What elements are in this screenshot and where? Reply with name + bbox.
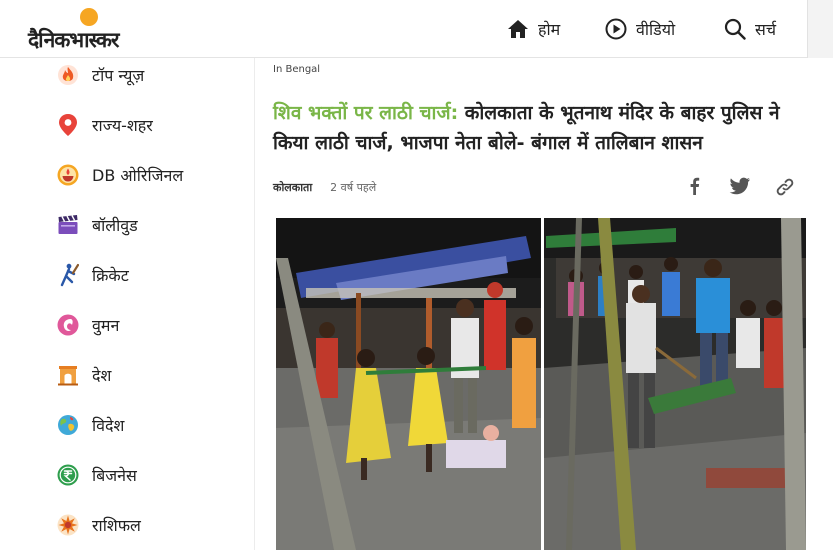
india-gate-icon (56, 363, 80, 387)
sidebar-item-label: DB ओरिजिनल (92, 166, 184, 185)
brand-name: दैनिकभास्कर (28, 28, 119, 52)
share-facebook-button[interactable] (685, 176, 705, 196)
globe-icon (56, 413, 80, 437)
woman-icon (56, 313, 80, 337)
nav-video-label: वीडियो (636, 20, 676, 39)
sidebar-item-label: बॉलीवुड (92, 216, 138, 235)
sidebar-item-world[interactable]: विदेश (56, 410, 124, 440)
share-link-button[interactable] (774, 176, 796, 198)
search-icon (724, 18, 746, 40)
flame-icon (56, 63, 80, 87)
sidebar-item-country[interactable]: देश (56, 360, 111, 390)
twitter-icon (729, 177, 750, 195)
sidebar-item-top-news[interactable]: टॉप न्यूज़ (56, 60, 144, 90)
sidebar-item-label: विदेश (92, 416, 125, 435)
sidebar-item-db-original[interactable]: DB ओरिजिनल (56, 160, 183, 190)
nav-home-label: होम (538, 20, 561, 39)
sidebar-item-label: बिजनेस (92, 466, 137, 485)
headline-highlight: शिव भक्तों पर लाठी चार्ज: (273, 102, 459, 124)
sidebar-item-label: राशिफल (92, 516, 141, 535)
nav-home[interactable]: होम (507, 18, 560, 40)
sidebar-item-state-city[interactable]: राज्य-शहर (56, 110, 153, 140)
home-icon (508, 20, 528, 38)
article-city[interactable]: कोलकाता (273, 180, 312, 195)
sidebar-item-label: देश (92, 366, 112, 385)
logo-sun-icon (80, 8, 98, 26)
sun-icon (56, 513, 80, 537)
sidebar-item-bollywood[interactable]: बॉलीवुड (56, 210, 138, 240)
share-twitter-button[interactable] (729, 176, 751, 196)
article-time: 2 वर्ष पहले (330, 181, 377, 194)
article-headline[interactable]: शिव भक्तों पर लाठी चार्ज: कोलकाता के भूत… (273, 98, 813, 158)
sidebar-item-horoscope[interactable]: राशिफल (56, 510, 141, 540)
sidebar-item-label: राज्य-शहर (92, 116, 153, 135)
sidebar-item-woman[interactable]: वुमन (56, 310, 119, 340)
brand-logo[interactable]: दैनिकभास्कर (28, 6, 158, 52)
sidebar-item-label: क्रिकेट (92, 266, 129, 285)
location-pin-icon (56, 113, 80, 137)
play-icon (605, 18, 627, 40)
category-sidebar: टॉप न्यूज़ राज्य-शहर DB ओरिजिनल बॉलीवुड … (0, 58, 255, 550)
diya-icon (56, 163, 80, 187)
section-tag[interactable]: In Bengal (273, 64, 320, 75)
sidebar-item-business[interactable]: बिजनेस (56, 460, 137, 490)
nav-video[interactable]: वीडियो (605, 18, 675, 40)
nav-search[interactable]: सर्च (724, 18, 776, 40)
cricket-player-icon (56, 263, 80, 287)
sidebar-item-label: टॉप न्यूज़ (92, 66, 145, 85)
rupee-icon (56, 463, 80, 487)
article-photo-image (276, 218, 806, 550)
clapperboard-icon (56, 213, 80, 237)
facebook-icon (690, 177, 700, 195)
link-icon (776, 178, 794, 196)
scrollbar[interactable] (807, 0, 833, 58)
article-meta: कोलकाता 2 वर्ष पहले (273, 180, 376, 195)
sidebar-item-cricket[interactable]: क्रिकेट (56, 260, 129, 290)
sidebar-item-label: वुमन (92, 316, 120, 335)
site-header: दैनिकभास्कर होम वीडियो सर्च (0, 0, 833, 58)
nav-search-label: सर्च (755, 20, 776, 39)
article-photo[interactable] (276, 218, 806, 550)
article-main: In Bengal शिव भक्तों पर लाठी चार्ज: कोलक… (256, 58, 833, 550)
